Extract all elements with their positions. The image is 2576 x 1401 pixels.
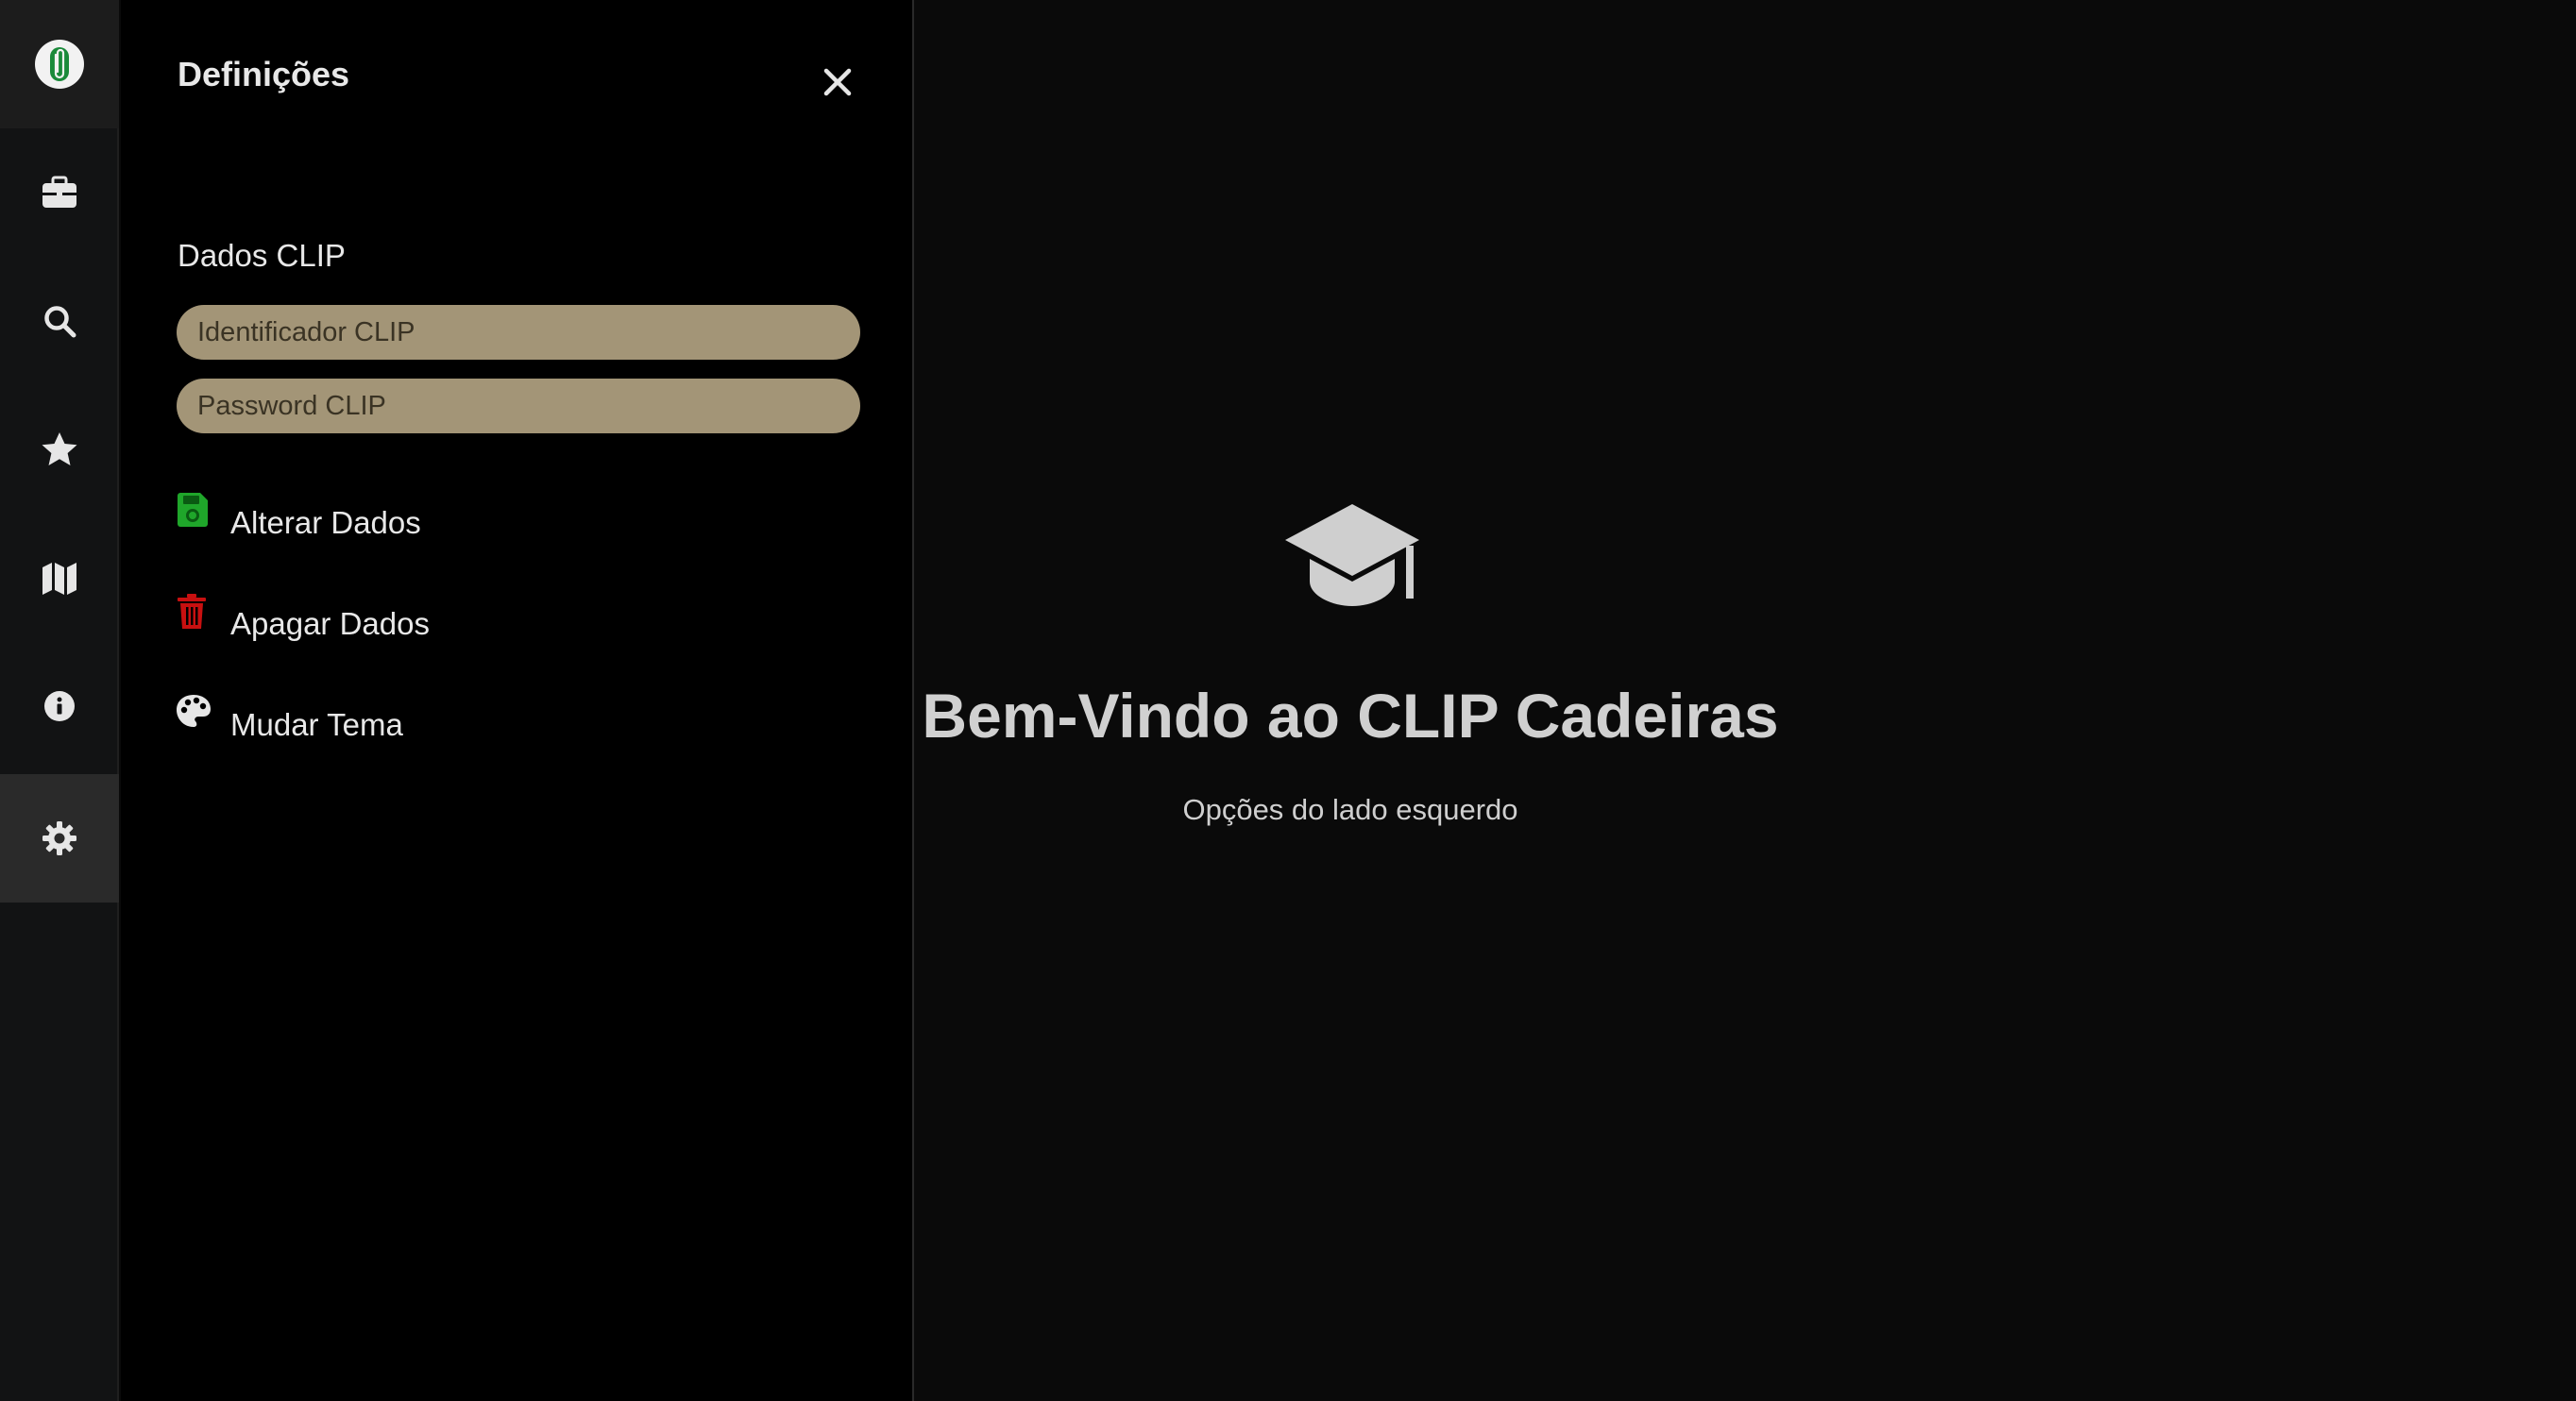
settings-panel: Definições Dados CLIP Alterar Dados [121,0,914,1401]
delete-data-label: Apagar Dados [230,606,430,641]
welcome-title: Bem-Vindo ao CLIP Cadeiras [922,681,1779,751]
info-icon [44,691,75,721]
save-icon [176,492,221,537]
sidebar-item-search[interactable] [0,257,119,385]
palette-icon [176,694,221,739]
search-icon [44,306,76,338]
logo-icon [35,40,84,89]
sidebar-item-home[interactable] [0,0,119,128]
panel-title: Definições [178,55,350,93]
clip-password-input[interactable] [177,379,860,433]
save-data-label: Alterar Dados [230,505,421,540]
delete-data-button[interactable]: Apagar Dados [176,594,430,650]
clip-id-input[interactable] [177,305,860,360]
briefcase-icon [42,176,76,208]
sidebar-item-info[interactable] [0,642,119,770]
sidebar-item-favorites[interactable] [0,385,119,514]
sidebar-item-courses[interactable] [0,128,119,257]
close-button[interactable] [816,60,859,104]
close-icon [823,68,852,96]
main-content: Bem-Vindo ao CLIP Cadeiras Opções do lad… [916,0,2576,1401]
save-data-button[interactable]: Alterar Dados [176,493,421,549]
sidebar-item-map[interactable] [0,514,119,642]
app-window: Definições Dados CLIP Alterar Dados [0,0,2576,1401]
gear-icon [42,821,76,855]
map-icon [42,563,76,595]
trash-icon [176,593,221,638]
welcome-subtitle: Opções do lado esquerdo [1182,793,1518,826]
graduation-cap-icon [1285,504,1419,606]
star-icon [42,432,77,465]
sidebar-item-settings[interactable] [0,774,119,903]
change-theme-label: Mudar Tema [230,707,403,742]
sidebar-rail [0,0,119,1401]
change-theme-button[interactable]: Mudar Tema [176,695,403,751]
section-label: Dados CLIP [178,238,346,273]
